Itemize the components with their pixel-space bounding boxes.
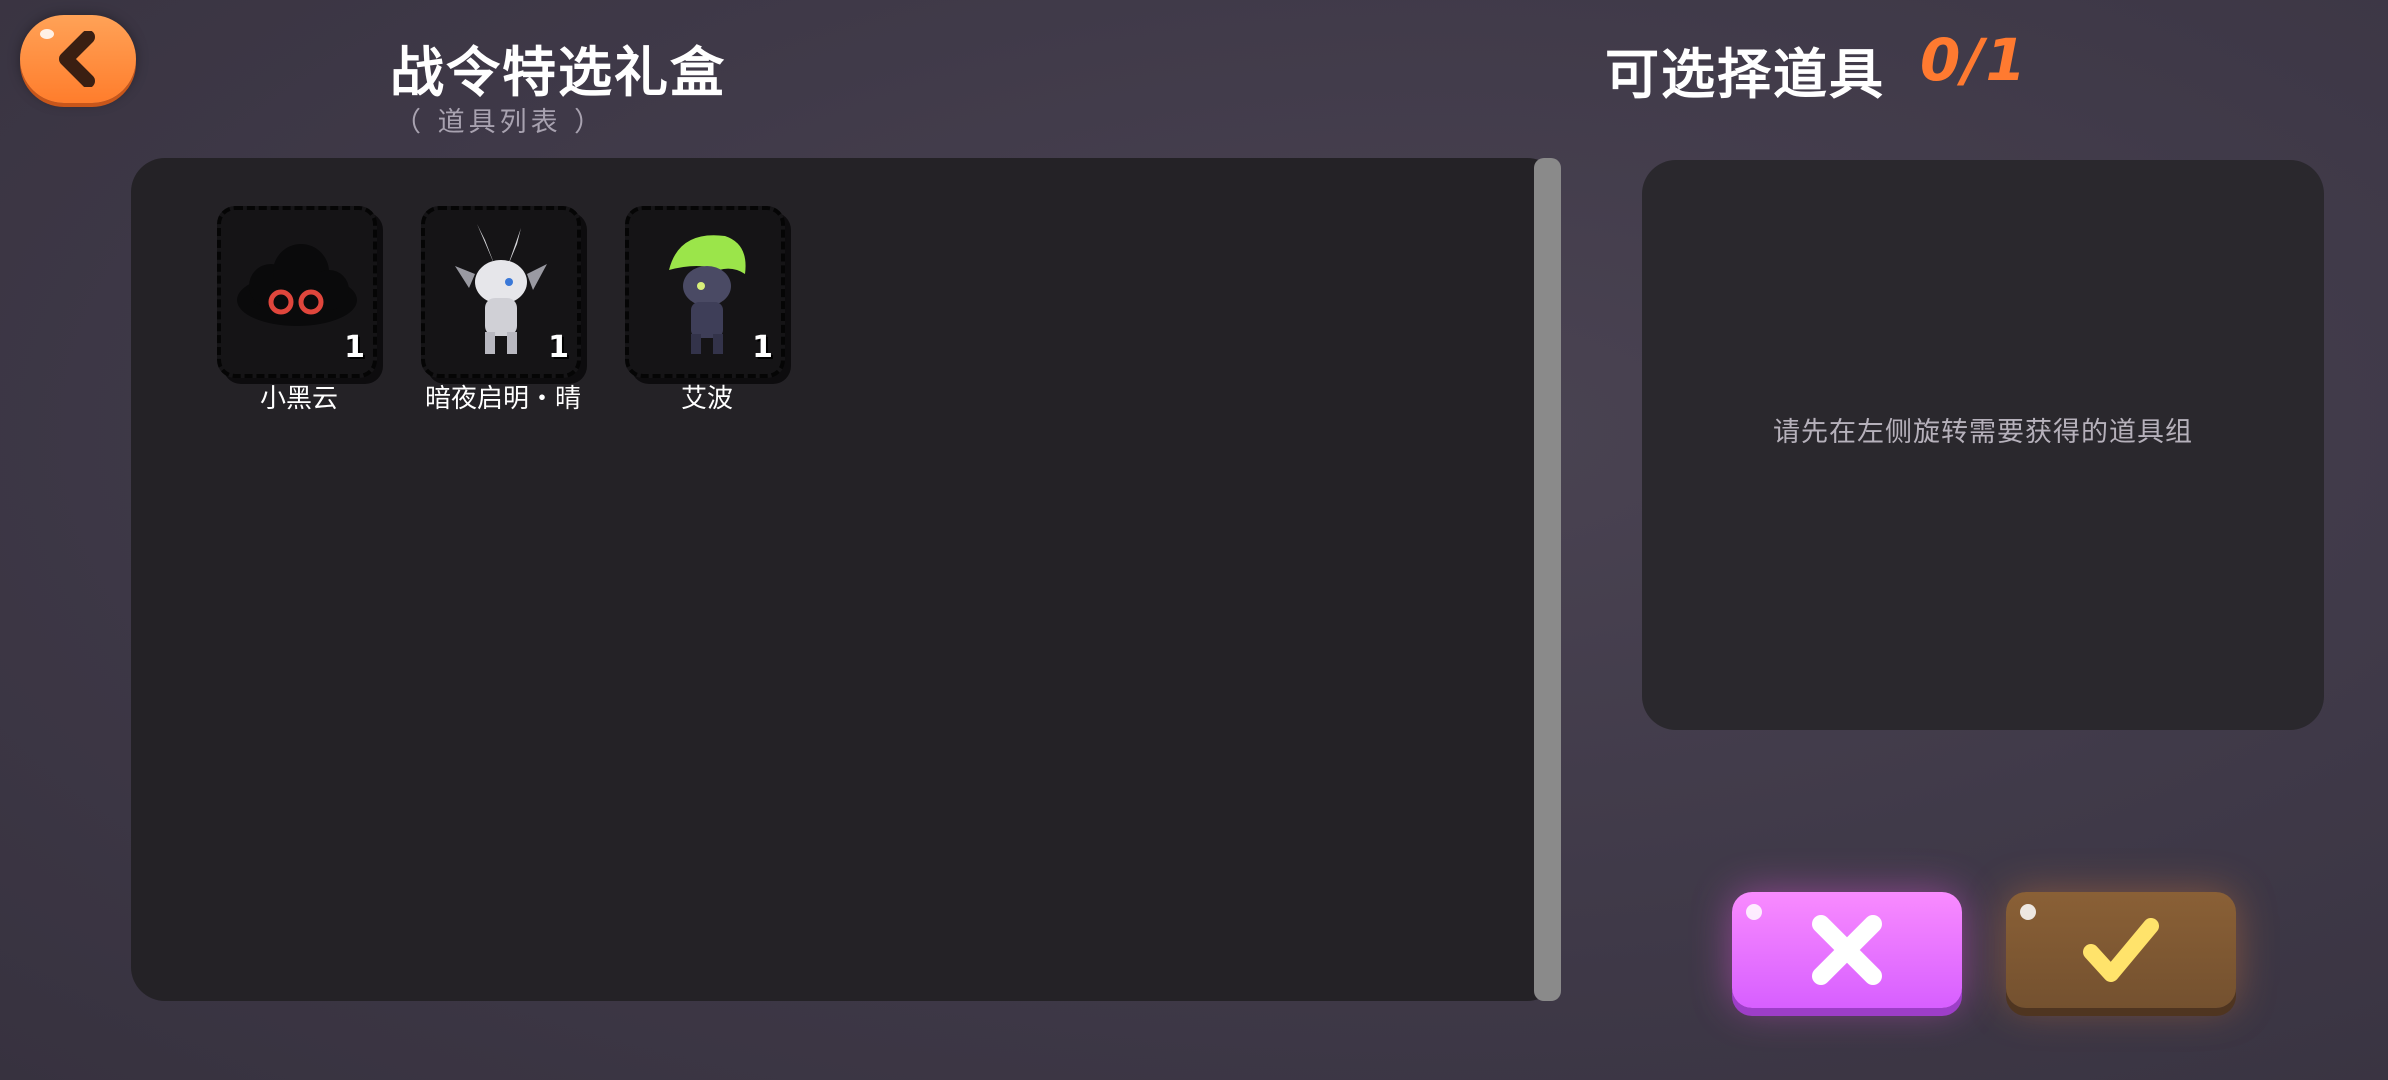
list-scrollbar[interactable]	[1534, 158, 1561, 1001]
item-quantity: 1	[752, 330, 773, 365]
page-title: 战令特选礼盒	[390, 41, 726, 104]
selection-hint: 请先在左侧旋转需要获得的道具组	[1773, 416, 2193, 448]
item-card-black-cloud[interactable]: 1 小黑云	[209, 206, 389, 426]
close-icon	[1812, 915, 1882, 985]
selectable-label: 可选择道具	[1605, 43, 1885, 106]
shine-highlight	[1746, 904, 1762, 920]
back-button[interactable]	[20, 15, 136, 103]
item-quantity: 1	[344, 330, 365, 365]
item-name: 艾波	[680, 384, 733, 414]
cancel-button[interactable]	[1732, 892, 1962, 1008]
selectable-count: 0/1	[1920, 26, 2028, 94]
selection-detail-panel: 请先在左侧旋转需要获得的道具组	[1642, 160, 2324, 730]
item-name: 小黑云	[259, 384, 338, 414]
item-card-aibo[interactable]: 1 艾波	[617, 206, 797, 426]
page-subtitle: （ 道具列表 ）	[394, 107, 606, 138]
shine-highlight	[2020, 904, 2036, 920]
item-card-dark-dawn[interactable]: 1 暗夜启明・晴	[413, 206, 593, 426]
check-icon	[2083, 918, 2159, 982]
item-quantity: 1	[548, 330, 569, 365]
shine-highlight	[40, 29, 54, 39]
item-list-panel[interactable]: 1 小黑云 1 暗夜启明・晴 1 艾波	[131, 158, 1561, 1001]
confirm-button[interactable]	[2006, 892, 2236, 1008]
chevron-left-icon	[59, 31, 95, 87]
item-name: 暗夜启明・晴	[424, 384, 581, 414]
